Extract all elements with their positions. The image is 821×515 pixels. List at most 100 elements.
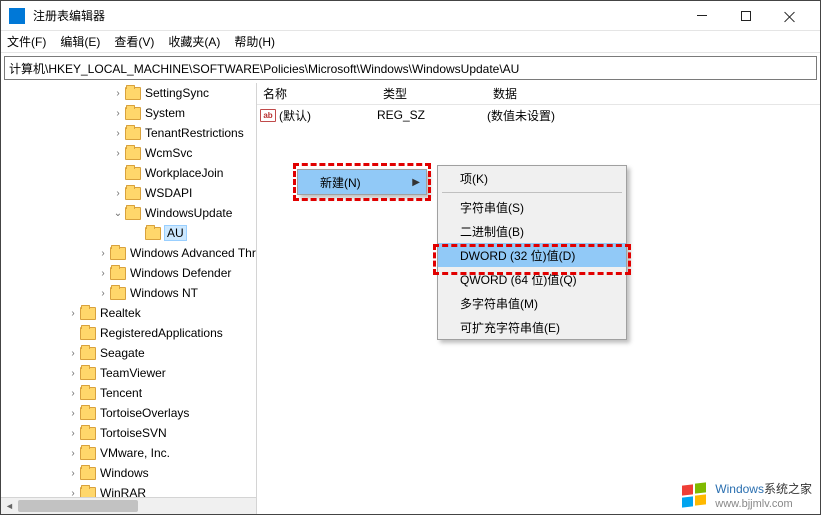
folder-icon [145,227,161,240]
folder-icon [110,267,126,280]
wm-brand: Windows [715,482,764,496]
tree-item[interactable]: › WinRAR [1,483,257,497]
tree-item-label: System [145,106,185,120]
value-type: REG_SZ [377,108,487,122]
menu-view[interactable]: 查看(V) [114,33,154,50]
menu-separator [442,192,622,193]
close-button[interactable] [768,1,812,31]
chevron-right-icon[interactable]: › [96,268,110,279]
tree-item[interactable]: ⌄WindowsUpdate [1,203,257,223]
tree-item[interactable]: ›TenantRestrictions [1,123,257,143]
chevron-right-icon[interactable]: › [111,188,125,199]
ctx-submenu-item[interactable]: QWORD (64 位)值(Q) [438,267,626,291]
folder-icon [80,447,96,460]
col-type[interactable]: 类型 [377,85,487,102]
context-menu-new: 新建(N) ▶ [297,169,427,195]
chevron-right-icon[interactable]: › [111,88,125,99]
ctx-item-label: 二进制值(B) [460,223,524,240]
folder-icon [110,287,126,300]
tree-item[interactable]: ›TortoiseOverlays [1,403,257,423]
tree-item-label: WcmSvc [145,146,192,160]
tree-item[interactable]: RegisteredApplications [1,323,257,343]
ctx-item-label: 字符串值(S) [460,199,524,216]
ctx-item-label: QWORD (64 位)值(Q) [460,271,577,288]
tree-hscrollbar[interactable]: ◄ ► [1,497,257,514]
watermark: Windows系统之家 www.bjjmlv.com [681,481,812,510]
tree-item[interactable]: ›Seagate [1,343,257,363]
chevron-right-icon[interactable]: › [66,308,80,319]
maximize-button[interactable] [724,1,768,31]
ctx-submenu-item[interactable]: 多字符串值(M) [438,291,626,315]
chevron-right-icon[interactable]: › [111,128,125,139]
col-data[interactable]: 数据 [487,85,517,102]
menu-favorites[interactable]: 收藏夹(A) [168,33,220,50]
tree-item-label: VMware, Inc. [100,446,170,460]
tree-item[interactable]: › VMware, Inc. [1,443,257,463]
chevron-right-icon[interactable]: › [111,148,125,159]
tree-item[interactable]: › TortoiseSVN [1,423,257,443]
folder-icon [80,387,96,400]
chevron-right-icon[interactable]: › [66,368,80,379]
ctx-item-label: 项(K) [460,170,488,187]
tree-item[interactable]: ›Windows Defender [1,263,257,283]
tree-item[interactable]: ›Realtek [1,303,257,323]
ctx-submenu-item[interactable]: 二进制值(B) [438,219,626,243]
tree-item[interactable]: › TeamViewer [1,363,257,383]
wm-suffix: 系统之家 [764,482,812,496]
minimize-button[interactable] [680,1,724,31]
col-name[interactable]: 名称 [257,85,377,102]
content-area: ›SettingSync›System›TenantRestrictions›W… [1,83,820,514]
address-bar[interactable]: 计算机\HKEY_LOCAL_MACHINE\SOFTWARE\Policies… [4,56,817,80]
folder-icon [125,167,141,180]
tree-item[interactable]: AU [1,223,257,243]
chevron-right-icon[interactable]: › [66,468,80,479]
address-text: 计算机\HKEY_LOCAL_MACHINE\SOFTWARE\Policies… [9,60,519,77]
string-value-icon: ab [257,109,279,122]
tree-item-label: TeamViewer [100,366,166,380]
ctx-submenu-item[interactable]: 可扩充字符串值(E) [438,315,626,339]
tree-item[interactable]: ›Windows [1,463,257,483]
folder-icon [125,127,141,140]
tree-item-label: WinRAR [100,486,146,497]
tree-item[interactable]: › System [1,103,257,123]
ctx-submenu-item[interactable]: DWORD (32 位)值(D) [438,243,626,267]
tree-item[interactable]: › Windows Advanced Threat Protection [1,243,257,263]
submenu-arrow-icon: ▶ [412,177,420,188]
chevron-down-icon[interactable]: ⌄ [111,208,125,219]
folder-icon [80,427,96,440]
tree-item-label: AU [165,226,186,240]
chevron-right-icon[interactable]: › [66,428,80,439]
ctx-item-label: 可扩充字符串值(E) [460,319,560,336]
ctx-new[interactable]: 新建(N) ▶ [298,170,426,194]
folder-icon [125,187,141,200]
folder-icon [80,327,96,340]
tree-item[interactable]: › WcmSvc [1,143,257,163]
tree-item[interactable]: › SettingSync [1,83,257,103]
folder-icon [125,87,141,100]
menu-file[interactable]: 文件(F) [7,33,46,50]
tree-item[interactable]: WorkplaceJoin [1,163,257,183]
chevron-right-icon[interactable]: › [66,488,80,498]
menu-help[interactable]: 帮助(H) [234,33,275,50]
chevron-right-icon[interactable]: › [96,248,110,259]
tree-item-label: SettingSync [145,86,209,100]
chevron-right-icon[interactable]: › [66,448,80,459]
ctx-submenu-item[interactable]: 字符串值(S) [438,195,626,219]
folder-icon [80,367,96,380]
menu-edit[interactable]: 编辑(E) [60,33,100,50]
ctx-submenu-item[interactable]: 项(K) [438,166,626,190]
tree-item[interactable]: ›Windows NT [1,283,257,303]
value-row-default[interactable]: ab (默认) REG_SZ (数值未设置) [257,105,820,125]
chevron-right-icon[interactable]: › [66,388,80,399]
tree-item[interactable]: ›WSDAPI [1,183,257,203]
chevron-right-icon[interactable]: › [111,108,125,119]
chevron-right-icon[interactable]: › [96,288,110,299]
tree-item-label: Windows Advanced Threat Protection [130,246,257,260]
values-panel: 名称 类型 数据 ab (默认) REG_SZ (数值未设置) 新建(N) ▶ … [257,83,820,514]
folder-icon [80,487,96,498]
tree-item[interactable]: ›Tencent [1,383,257,403]
chevron-right-icon[interactable]: › [66,408,80,419]
chevron-right-icon[interactable]: › [66,348,80,359]
folder-icon [125,147,141,160]
tree-item-label: TortoiseSVN [100,426,167,440]
